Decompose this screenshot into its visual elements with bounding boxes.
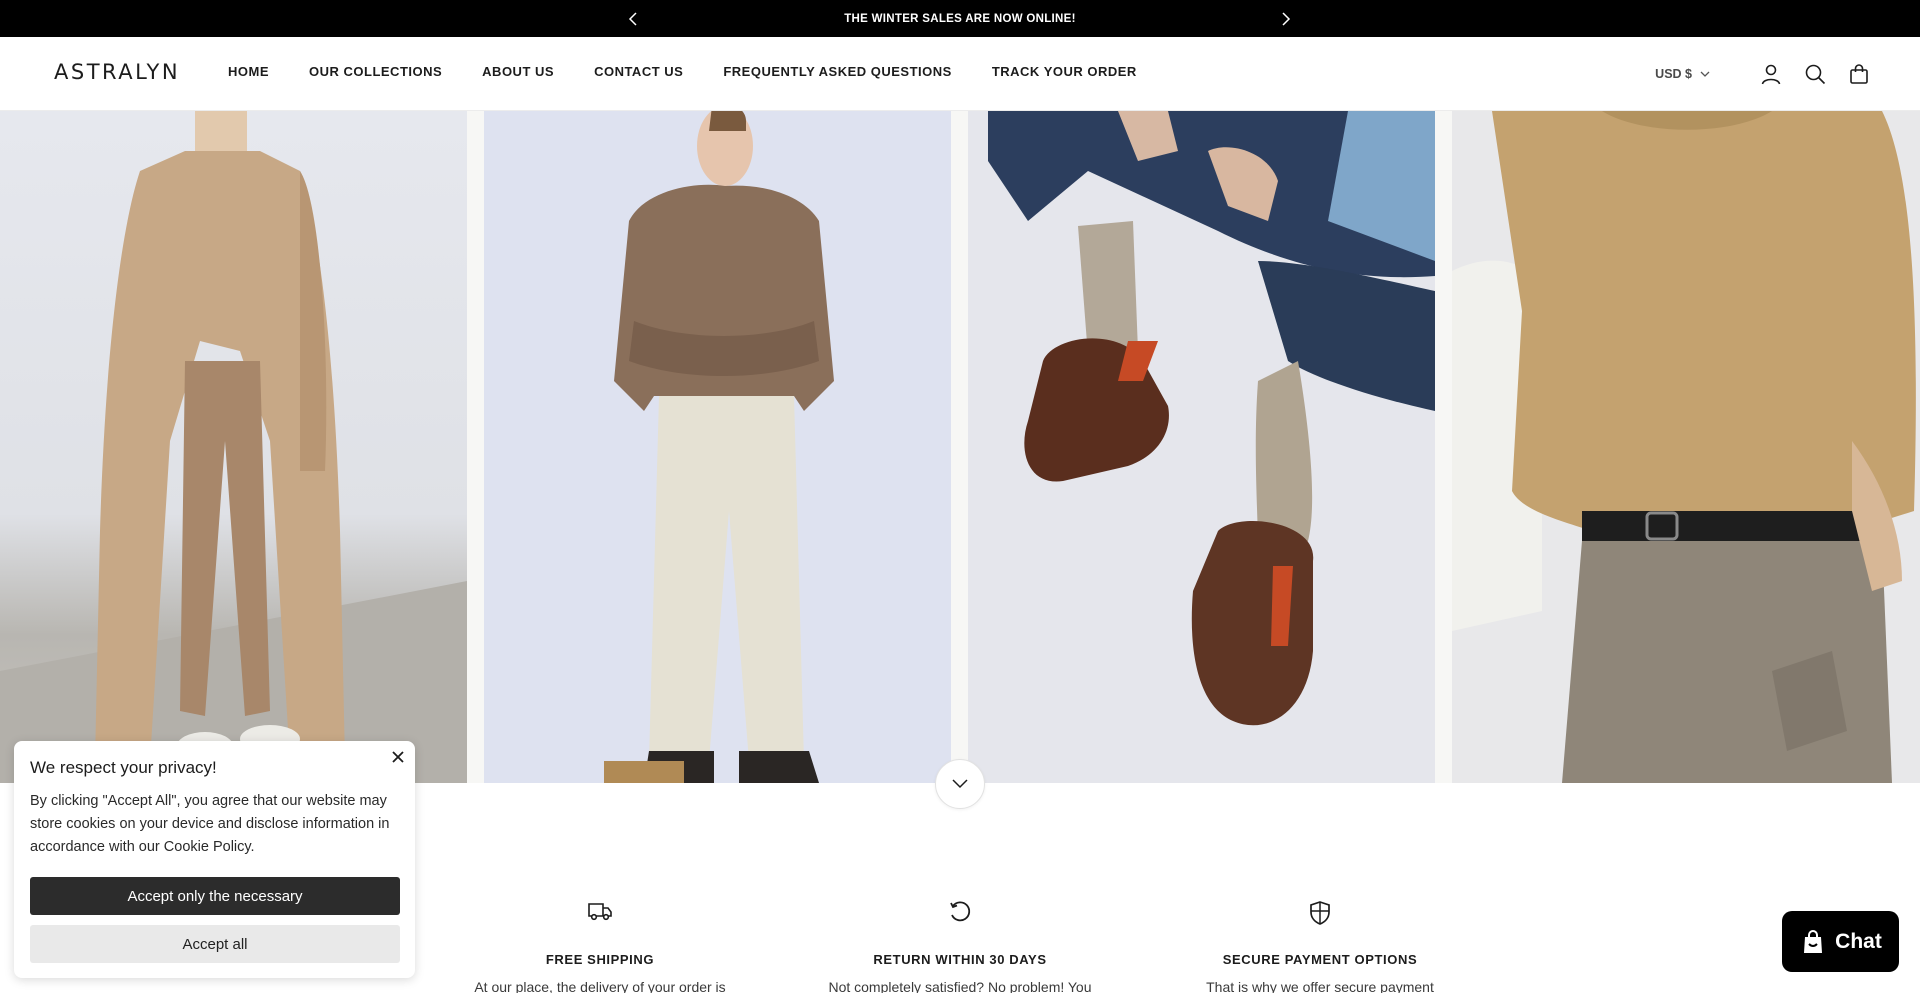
accept-all-button[interactable]: Accept all [30, 925, 400, 963]
cookie-body: By clicking "Accept All", you agree that… [30, 793, 390, 855]
logo[interactable]: ASTRALYN [54, 57, 180, 87]
nav-home[interactable]: HOME [228, 64, 269, 79]
logo-text: ASTRALYN [54, 60, 181, 84]
chevron-down-icon [952, 779, 968, 789]
hero-image-knit [1452, 111, 1920, 783]
currency-label: USD $ [1655, 67, 1692, 81]
chevron-right-icon [1282, 12, 1291, 26]
nav-about-us[interactable]: ABOUT US [482, 64, 554, 79]
search-icon [1805, 64, 1826, 85]
chat-button[interactable]: Chat [1782, 911, 1899, 972]
panel-divider [951, 111, 968, 783]
slide-dot[interactable] [1861, 840, 1866, 845]
announcement-prev-button[interactable] [623, 9, 643, 29]
slideshow-dots [1846, 840, 1866, 845]
panel-divider [467, 111, 484, 783]
hero-slideshow [0, 111, 1920, 845]
feature-description: At our place, the delivery of your order… [474, 979, 726, 993]
hero-image-sweater [484, 111, 951, 783]
nav-contact-us[interactable]: CONTACT US [594, 64, 683, 79]
truck-icon [588, 903, 612, 921]
feature-free-shipping: FREE SHIPPING At our place, the delivery… [420, 900, 780, 993]
feature-secure-payment: SECURE PAYMENT OPTIONS That is why we of… [1140, 900, 1500, 993]
nav-track-order[interactable]: TRACK YOUR ORDER [992, 64, 1137, 79]
announcement-text: THE WINTER SALES ARE NOW ONLINE! [844, 12, 1076, 25]
main-nav: HOME OUR COLLECTIONS ABOUT US CONTACT US… [228, 64, 1177, 79]
cart-icon [1850, 64, 1868, 84]
chevron-down-icon [1700, 71, 1710, 77]
return-icon [950, 901, 971, 922]
hero-image-coat [0, 111, 467, 783]
cookie-close-button[interactable] [389, 748, 407, 766]
header-actions: USD $ [1655, 61, 1872, 87]
feature-returns: RETURN WITHIN 30 DAYS Not completely sat… [780, 900, 1140, 993]
feature-title: SECURE PAYMENT OPTIONS [1222, 952, 1418, 967]
cookie-title: We respect your privacy! [30, 758, 217, 777]
chevron-left-icon [628, 12, 637, 26]
accept-necessary-button[interactable]: Accept only the necessary [30, 877, 400, 915]
currency-selector[interactable]: USD $ [1655, 67, 1710, 81]
feature-title: RETURN WITHIN 30 DAYS [873, 952, 1047, 967]
site-header: ASTRALYN HOME OUR COLLECTIONS ABOUT US C… [0, 37, 1920, 111]
chat-label: Chat [1835, 929, 1882, 953]
account-icon [1761, 64, 1781, 85]
feature-description: That is why we offer secure payment [1206, 979, 1434, 993]
cart-button[interactable] [1846, 61, 1872, 87]
hero-image-clogs [968, 111, 1435, 783]
panel-divider [1435, 111, 1452, 783]
chat-bag-icon [1804, 929, 1823, 953]
feature-description: Not completely satisfied? No problem! Yo… [828, 979, 1092, 993]
announcement-next-button[interactable] [1276, 9, 1296, 29]
nav-our-collections[interactable]: OUR COLLECTIONS [309, 64, 442, 79]
cookie-banner: We respect your privacy! By clicking "Ac… [14, 741, 415, 978]
announcement-bar: THE WINTER SALES ARE NOW ONLINE! [0, 0, 1920, 37]
feature-title: FREE SHIPPING [545, 952, 655, 967]
search-button[interactable] [1802, 61, 1828, 87]
close-icon [392, 751, 404, 763]
nav-faq[interactable]: FREQUENTLY ASKED QUESTIONS [723, 64, 952, 79]
scroll-down-button[interactable] [935, 759, 985, 809]
account-button[interactable] [1758, 61, 1784, 87]
shield-icon [1310, 901, 1330, 925]
slide-dot[interactable] [1846, 840, 1851, 845]
